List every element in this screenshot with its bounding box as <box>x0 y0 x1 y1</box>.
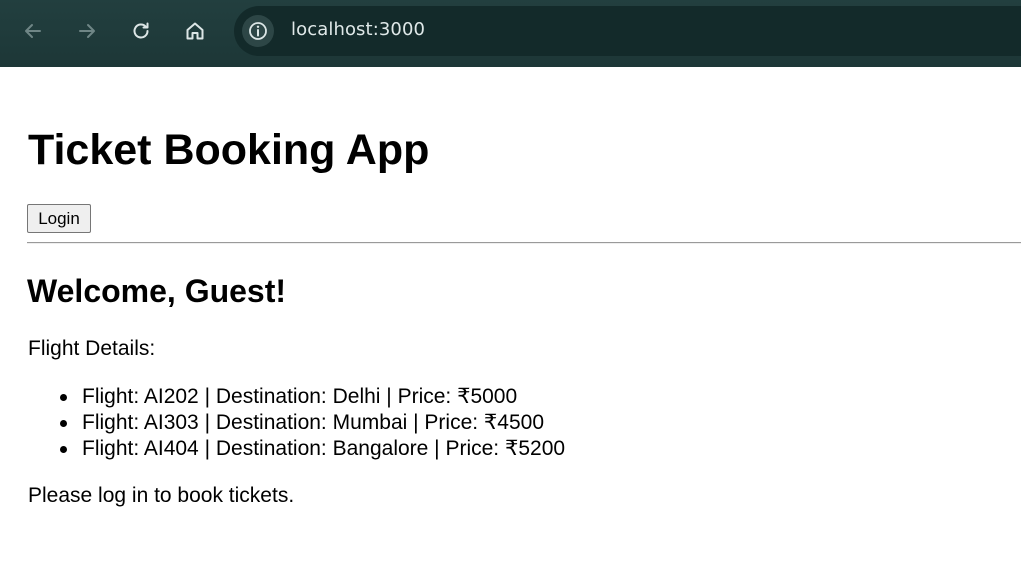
list-item: Flight: AI404 | Destination: Bangalore |… <box>28 437 565 463</box>
info-icon <box>249 22 267 40</box>
reload-icon <box>133 22 149 39</box>
welcome-heading: Welcome, Guest! <box>27 273 287 309</box>
flight-text: Flight: AI202 | Destination: Delhi | Pri… <box>82 385 518 408</box>
flight-text: Flight: AI303 | Destination: Mumbai | Pr… <box>82 411 544 434</box>
login-prompt-text: Please log in to book tickets. <box>28 484 295 507</box>
forward-arrow-icon <box>79 24 95 38</box>
home-icon <box>186 22 204 40</box>
browser-toolbar: localhost:3000 <box>0 0 1021 67</box>
reload-button[interactable] <box>124 14 158 48</box>
bullet-icon <box>60 446 67 453</box>
page-content: Ticket Booking App Login Welcome, Guest!… <box>0 67 1021 582</box>
divider <box>27 242 1021 244</box>
page-title: Ticket Booking App <box>28 126 430 174</box>
flight-list: Flight: AI202 | Destination: Delhi | Pri… <box>28 385 565 463</box>
home-button[interactable] <box>178 14 212 48</box>
bullet-icon <box>60 394 67 401</box>
bullet-icon <box>60 420 67 427</box>
forward-button[interactable] <box>70 14 104 48</box>
back-button[interactable] <box>16 14 50 48</box>
list-item: Flight: AI303 | Destination: Mumbai | Pr… <box>28 411 565 437</box>
back-arrow-icon <box>25 24 41 38</box>
list-item: Flight: AI202 | Destination: Delhi | Pri… <box>28 385 565 411</box>
flight-text: Flight: AI404 | Destination: Bangalore |… <box>82 437 566 460</box>
site-info-button[interactable] <box>242 15 274 47</box>
url-text[interactable]: localhost:3000 <box>291 19 425 40</box>
login-button[interactable]: Login <box>27 204 91 233</box>
address-bar[interactable]: localhost:3000 <box>234 6 1021 56</box>
flight-details-label: Flight Details: <box>28 337 156 360</box>
